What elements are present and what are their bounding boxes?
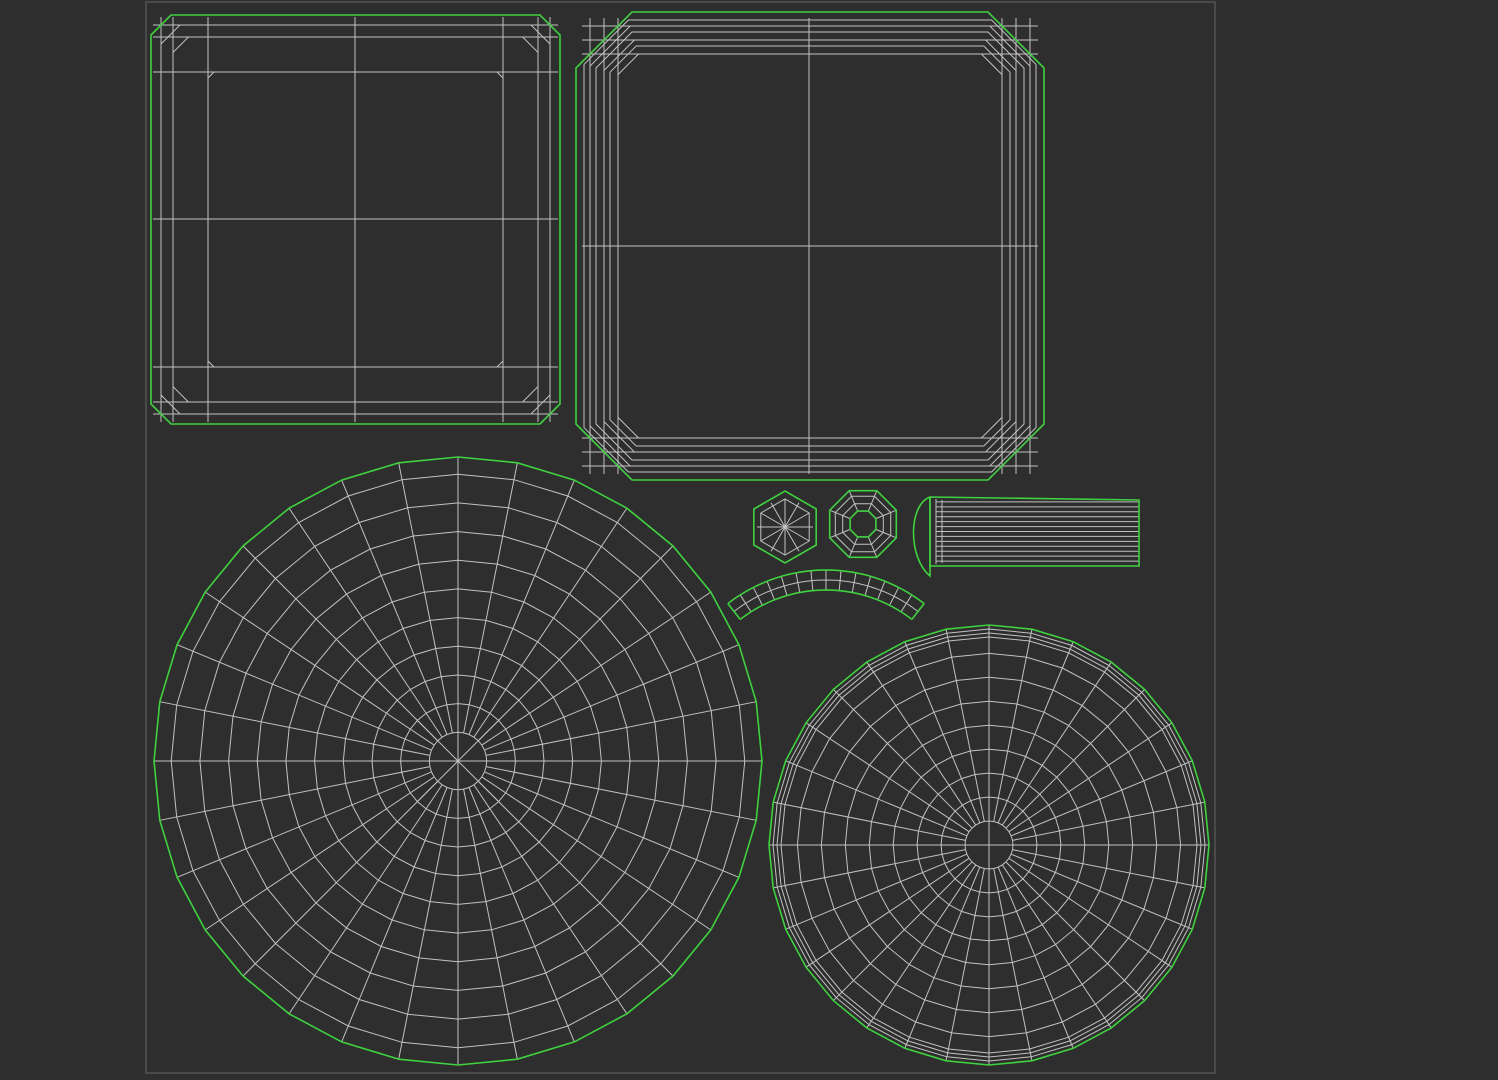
uv-layout-canvas[interactable] (0, 0, 1498, 1080)
uv-island-small-disc[interactable] (768, 624, 1210, 1066)
uv-editor-viewport[interactable] (0, 0, 1498, 1080)
uv-island-large-disc[interactable] (153, 456, 763, 1066)
